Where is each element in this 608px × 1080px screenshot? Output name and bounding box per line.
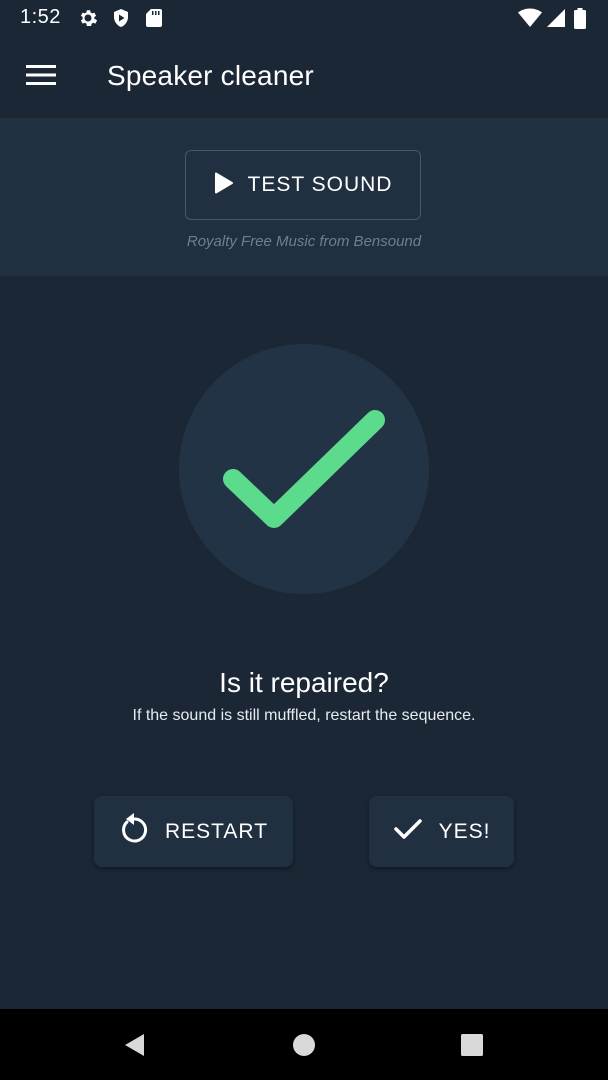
restart-button[interactable]: RESTART (94, 796, 293, 867)
app-bar: Speaker cleaner (0, 36, 608, 118)
shield-play-icon (111, 8, 131, 33)
restart-label: RESTART (164, 819, 269, 843)
test-sound-label: TEST SOUND (247, 173, 393, 196)
battery-icon (574, 8, 586, 34)
repair-hint: If the sound is still muffled, restart t… (132, 707, 476, 724)
cell-signal-icon (546, 8, 566, 33)
repair-question: Is it repaired? (219, 667, 389, 698)
status-bar: 1:52 (0, 0, 608, 36)
restart-icon (119, 813, 149, 850)
music-credit: Royalty Free Music from Bensound (186, 233, 422, 250)
yes-button[interactable]: YES! (369, 796, 514, 867)
check-icon (393, 817, 423, 846)
system-nav-bar (0, 1009, 608, 1080)
recents-icon (458, 1034, 486, 1063)
hamburger-menu-icon (26, 64, 56, 91)
result-circle (179, 344, 429, 594)
home-button[interactable] (290, 1031, 318, 1059)
gear-icon (78, 8, 98, 33)
menu-button[interactable] (20, 56, 62, 98)
status-time: 1:52 (20, 6, 61, 28)
play-icon (214, 172, 234, 199)
home-icon (290, 1034, 318, 1063)
recents-button[interactable] (458, 1031, 486, 1059)
sd-card-icon (145, 8, 163, 33)
back-icon (121, 1034, 149, 1063)
app-title: Speaker cleaner (107, 60, 314, 91)
checkmark-icon (223, 410, 385, 528)
test-sound-button[interactable]: TEST SOUND (185, 150, 421, 220)
back-button[interactable] (121, 1031, 149, 1059)
wifi-icon (518, 8, 542, 33)
yes-label: YES! (438, 819, 491, 843)
test-sound-panel: TEST SOUND Royalty Free Music from Benso… (0, 118, 608, 276)
